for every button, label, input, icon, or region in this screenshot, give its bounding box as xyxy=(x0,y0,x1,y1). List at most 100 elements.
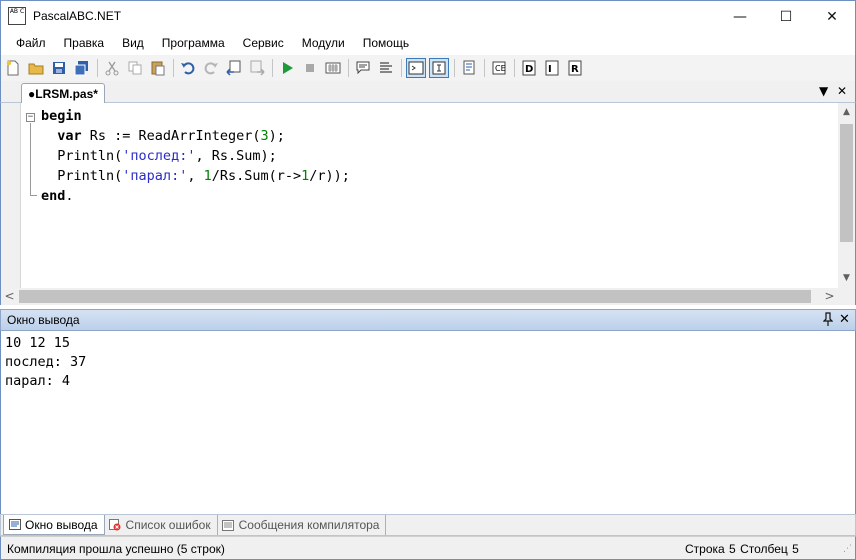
col-label: Столбец xyxy=(740,542,788,556)
output-window[interactable]: 10 12 15 послед: 37 парал: 4 xyxy=(0,331,856,514)
code-token: /r)); xyxy=(309,168,350,184)
debug-icon[interactable] xyxy=(459,58,479,78)
error-list-icon xyxy=(109,519,122,531)
save-all-icon[interactable] xyxy=(72,58,92,78)
toolbar-separator xyxy=(484,59,485,77)
fold-guide xyxy=(30,123,31,195)
save-icon[interactable] xyxy=(49,58,69,78)
code-token: , xyxy=(187,168,204,184)
pin-icon[interactable] xyxy=(822,312,834,330)
tab-list-dropdown-icon[interactable]: ▼ xyxy=(819,84,828,98)
new-file-icon[interactable] xyxy=(3,58,23,78)
menu-help[interactable]: Помощь xyxy=(354,31,418,55)
code-token: ); xyxy=(268,128,285,144)
toolbar-separator xyxy=(514,59,515,77)
output-text: 10 12 15 послед: 37 парал: 4 xyxy=(5,334,86,391)
code-text[interactable]: begin var Rs := ReadArrInteger(3); Print… xyxy=(41,106,350,206)
resize-grip-icon[interactable]: ⋰ xyxy=(843,543,852,554)
title-bar: AB C PascalABC.NET — ☐ ✕ xyxy=(0,0,856,31)
close-button[interactable]: ✕ xyxy=(809,1,855,32)
undo-icon[interactable] xyxy=(178,58,198,78)
output-panel-title: Окно вывода xyxy=(7,313,80,327)
code-token: , Rs.Sum); xyxy=(195,148,277,164)
code-line: Println('послед:', Rs.Sum); xyxy=(41,146,350,166)
menu-view[interactable]: Вид xyxy=(113,31,153,55)
status-bar: Компиляция прошла успешно (5 строк) Стро… xyxy=(0,536,856,560)
output-line: 10 12 15 xyxy=(5,335,71,351)
scroll-down-icon[interactable]: ▼ xyxy=(838,273,855,283)
code-keyword: var xyxy=(57,128,82,144)
toolbar-separator xyxy=(97,59,98,77)
output-line: парал: 4 xyxy=(5,373,71,389)
output-close-icon[interactable]: ✕ xyxy=(839,312,850,327)
editor-gutter xyxy=(1,103,21,288)
code-token: /Rs.Sum(r-> xyxy=(211,168,302,184)
vertical-scroll-thumb[interactable] xyxy=(840,124,853,242)
row-label: Строка xyxy=(685,542,725,556)
copy-icon[interactable] xyxy=(125,58,145,78)
form-view-toggle-icon[interactable] xyxy=(429,58,449,78)
compile-icon[interactable] xyxy=(323,58,343,78)
fold-collapse-icon[interactable]: − xyxy=(26,113,35,122)
debug-run-to-icon[interactable]: R xyxy=(565,58,585,78)
toolbar-separator xyxy=(272,59,273,77)
code-token: . xyxy=(65,188,74,204)
toolbar-separator xyxy=(401,59,402,77)
menu-file[interactable]: Файл xyxy=(7,31,55,55)
menu-modules[interactable]: Модули xyxy=(293,31,354,55)
minimize-button[interactable]: — xyxy=(717,1,763,32)
svg-text:D: D xyxy=(525,64,533,75)
svg-text:R: R xyxy=(571,64,579,75)
debug-step-into-icon[interactable]: D xyxy=(519,58,539,78)
code-string: 'послед:' xyxy=(122,148,196,164)
menu-program[interactable]: Программа xyxy=(153,31,234,55)
tab-lrsm-pas[interactable]: ●LRSM.pas* xyxy=(21,83,105,104)
tab-label: Окно вывода xyxy=(25,517,98,532)
editor-vertical-scrollbar[interactable]: ▲ ▼ xyxy=(838,103,855,288)
redo-icon[interactable] xyxy=(201,58,221,78)
breakpoint-icon[interactable]: CE xyxy=(489,58,509,78)
app-icon: AB C xyxy=(8,7,26,25)
cut-icon[interactable] xyxy=(102,58,122,78)
tab-output-window[interactable]: Окно вывода xyxy=(3,515,105,535)
maximize-button[interactable]: ☐ xyxy=(763,1,809,32)
row-value: 5 xyxy=(729,542,736,556)
code-string: 'парал:' xyxy=(122,168,188,184)
comment-icon[interactable] xyxy=(353,58,373,78)
tab-label: Список ошибок xyxy=(125,518,211,532)
scroll-left-icon[interactable]: < xyxy=(1,289,18,303)
menu-edit[interactable]: Правка xyxy=(55,31,114,55)
compiler-messages-icon xyxy=(222,519,235,531)
uncomment-icon[interactable] xyxy=(376,58,396,78)
status-message: Компиляция прошла успешно (5 строк) xyxy=(7,542,225,556)
scroll-right-icon[interactable]: > xyxy=(821,289,838,303)
code-keyword: end xyxy=(41,188,66,204)
tab-error-list[interactable]: Список ошибок xyxy=(105,515,218,535)
navigate-back-icon[interactable] xyxy=(224,58,244,78)
horizontal-scroll-thumb[interactable] xyxy=(19,290,811,303)
toolbar-separator xyxy=(454,59,455,77)
code-editor[interactable]: − begin var Rs := ReadArrInteger(3); Pri… xyxy=(0,103,856,288)
navigate-forward-icon[interactable] xyxy=(247,58,267,78)
toolbar: CE D I R xyxy=(0,55,856,81)
editor-horizontal-scrollbar[interactable]: < > xyxy=(0,288,856,305)
code-line: end. xyxy=(41,186,350,206)
code-number: 1 xyxy=(203,168,212,184)
bottom-tab-bar: Окно вывода Список ошибок Сообщения комп… xyxy=(0,514,856,536)
code-keyword: begin xyxy=(41,108,82,124)
output-window-icon xyxy=(8,519,21,531)
stop-icon[interactable] xyxy=(300,58,320,78)
debug-step-over-icon[interactable]: I xyxy=(542,58,562,78)
col-value: 5 xyxy=(792,542,799,556)
toolbar-separator xyxy=(173,59,174,77)
tab-close-icon[interactable]: ✕ xyxy=(837,84,847,98)
open-folder-icon[interactable] xyxy=(26,58,46,78)
menu-service[interactable]: Сервис xyxy=(234,31,293,55)
paste-icon[interactable] xyxy=(148,58,168,78)
output-window-toggle-icon[interactable] xyxy=(406,58,426,78)
fold-guide-end xyxy=(30,195,37,196)
scroll-up-icon[interactable]: ▲ xyxy=(838,107,855,117)
output-line: послед: 37 xyxy=(5,354,87,370)
run-icon[interactable] xyxy=(277,58,297,78)
tab-compiler-messages[interactable]: Сообщения компилятора xyxy=(218,515,387,535)
